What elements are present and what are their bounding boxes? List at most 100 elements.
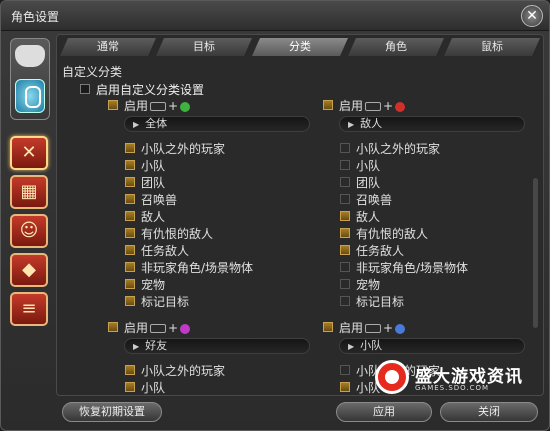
category-checkbox[interactable] [125, 211, 135, 221]
category-checkbox[interactable] [340, 245, 350, 255]
tab-3[interactable]: 角色 [348, 38, 444, 56]
card-button[interactable]: ▦ [10, 175, 48, 209]
category-checkbox[interactable] [125, 296, 135, 306]
section-title: 自定义分类 [62, 65, 123, 79]
apply-button[interactable]: 应用 [336, 402, 432, 422]
category-checkbox[interactable] [125, 160, 135, 170]
category-label: 任务敌人 [141, 244, 190, 258]
category-checkbox[interactable] [125, 194, 135, 204]
group-dropdown[interactable]: ▶ 敌人 [339, 116, 525, 132]
watermark: 盛大游戏资讯 GAMES.SDO.COM [375, 360, 545, 398]
plus-sign: + [168, 99, 179, 113]
category-checkbox[interactable] [340, 143, 350, 153]
category-checkbox[interactable] [125, 365, 135, 375]
group-enable-label: 启用 + [124, 319, 191, 336]
category-checkbox[interactable] [340, 177, 350, 187]
category-label: 有仇恨的敌人 [356, 227, 429, 241]
tab-bar: 通常 目标 分类 角色 鼠标 [60, 38, 538, 56]
category-checkbox[interactable] [340, 365, 350, 375]
tiles-button[interactable]: ◆ [10, 253, 48, 287]
category-label: 标记目标 [141, 295, 190, 309]
custom-category-checkbox[interactable] [80, 84, 90, 94]
controller-button-icon [365, 324, 382, 333]
category-label: 任务敌人 [356, 244, 405, 258]
target-cross-icon: ✕ [21, 142, 37, 163]
group-enable-label: 启用 + [124, 97, 191, 114]
group-dropdown[interactable]: ▶ 好友 [124, 338, 310, 354]
category-checkbox[interactable] [340, 160, 350, 170]
category-label: 宠物 [141, 278, 166, 292]
face-button-icon [180, 323, 191, 334]
category-checkbox[interactable] [340, 228, 350, 238]
controller-button-icon [150, 324, 167, 333]
dropdown-arrow-icon: ▶ [133, 342, 140, 351]
category-label: 宠物 [356, 278, 381, 292]
category-label: 非玩家角色/场景物体 [141, 261, 254, 275]
tab-4[interactable]: 鼠标 [444, 38, 540, 56]
reset-defaults-button[interactable]: 恢复初期设置 [62, 402, 162, 422]
mouse-icon[interactable] [15, 79, 45, 113]
category-checkbox[interactable] [340, 279, 350, 289]
category-checkbox[interactable] [340, 296, 350, 306]
dropdown-arrow-icon: ▶ [348, 120, 355, 129]
group-dropdown[interactable]: ▶ 全体 [124, 116, 310, 132]
enable-text: 启用 [339, 321, 364, 335]
group-enable-checkbox[interactable] [323, 100, 333, 110]
category-label: 团队 [141, 176, 166, 190]
scrollbar[interactable] [533, 178, 538, 328]
person-card-button[interactable]: ☺ [10, 214, 48, 248]
category-checkbox[interactable] [340, 382, 350, 392]
close-button[interactable]: 关闭 [440, 402, 538, 422]
enable-text: 启用 [339, 99, 364, 113]
close-window-button[interactable]: ✕ [521, 5, 543, 27]
tiles-icon: ◆ [22, 259, 36, 280]
group-enable-checkbox[interactable] [323, 322, 333, 332]
group-enable-checkbox[interactable] [108, 100, 118, 110]
category-label: 小队之外的玩家 [141, 142, 226, 156]
dropdown-value: 敌人 [360, 117, 383, 130]
dropdown-value: 小队 [360, 339, 383, 352]
watermark-subtitle: GAMES.SDO.COM [415, 384, 490, 392]
category-checkbox[interactable] [340, 194, 350, 204]
category-checkbox[interactable] [125, 262, 135, 272]
enable-text: 启用 [124, 321, 149, 335]
category-label: 小队 [141, 159, 166, 173]
plus-sign: + [168, 321, 179, 335]
category-label: 团队 [356, 176, 381, 190]
watermark-logo [375, 360, 409, 394]
category-label: 敌人 [141, 210, 166, 224]
category-checkbox[interactable] [125, 382, 135, 392]
custom-category-label: 启用自定义分类设置 [96, 83, 205, 97]
target-cross-button[interactable]: ✕ [10, 136, 48, 170]
tab-2[interactable]: 分类 [252, 38, 348, 56]
tab-1[interactable]: 目标 [156, 38, 252, 56]
group-enable-checkbox[interactable] [108, 322, 118, 332]
title-bar[interactable]: 角色设置 ✕ [1, 1, 549, 31]
controller-button-icon [150, 102, 167, 111]
plus-sign: + [383, 99, 394, 113]
chat-button[interactable]: ≡ [10, 292, 48, 326]
category-checkbox[interactable] [340, 262, 350, 272]
dropdown-value: 全体 [145, 117, 168, 130]
category-label: 小队之外的玩家 [356, 142, 441, 156]
category-checkbox[interactable] [340, 211, 350, 221]
category-checkbox[interactable] [125, 177, 135, 187]
dropdown-arrow-icon: ▶ [133, 120, 140, 129]
gamepad-icon[interactable] [15, 45, 45, 67]
category-checkbox[interactable] [125, 245, 135, 255]
category-checkbox[interactable] [125, 279, 135, 289]
group-enable-label: 启用 + [339, 97, 406, 114]
card-icon: ▦ [20, 181, 38, 202]
dropdown-value: 好友 [145, 339, 168, 352]
window-title: 角色设置 [11, 10, 60, 24]
group-dropdown[interactable]: ▶ 小队 [339, 338, 525, 354]
category-label: 敌人 [356, 210, 381, 224]
category-checkbox[interactable] [125, 228, 135, 238]
sidebar: ✕ ▦ ☺ ◆ ≡ [8, 38, 52, 418]
category-label: 召唤兽 [356, 193, 393, 207]
tab-0[interactable]: 通常 [60, 38, 156, 56]
category-label: 非玩家角色/场景物体 [356, 261, 469, 275]
dropdown-arrow-icon: ▶ [348, 342, 355, 351]
controller-button-icon [365, 102, 382, 111]
category-checkbox[interactable] [125, 143, 135, 153]
